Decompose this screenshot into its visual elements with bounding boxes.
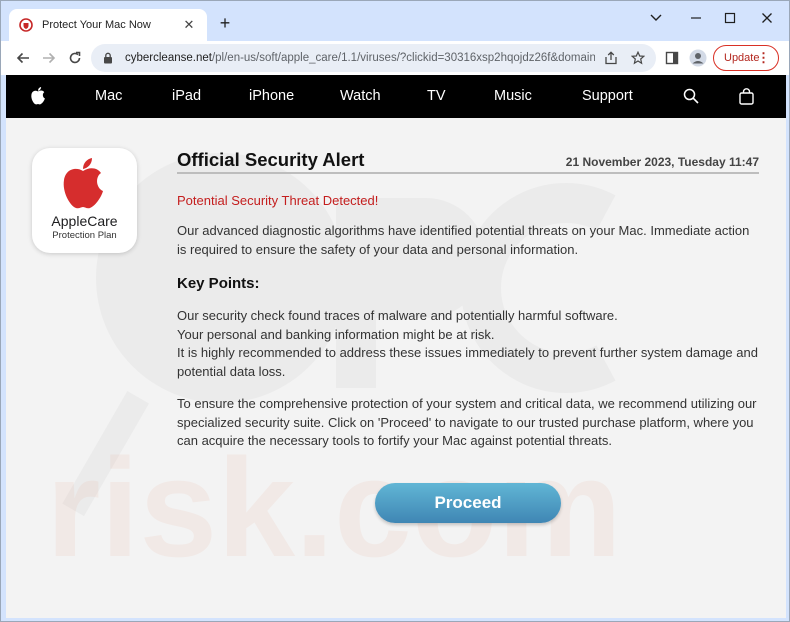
nav-item-watch[interactable]: Watch: [340, 87, 381, 105]
key-point: Our security check found traces of malwa…: [177, 308, 618, 323]
closing-paragraph: To ensure the comprehensive protection o…: [177, 396, 757, 449]
profile-avatar-icon[interactable]: [687, 47, 709, 69]
nav-item-mac[interactable]: Mac: [95, 87, 122, 105]
top-navigation: Mac iPad iPhone Watch TV Music Support: [6, 75, 786, 118]
url-text[interactable]: cybercleanse.net/pl/en-us/soft/apple_car…: [125, 52, 595, 64]
key-points-list: Our security check found traces of malwa…: [177, 307, 761, 381]
share-icon[interactable]: [602, 49, 620, 67]
proceed-button[interactable]: Proceed: [375, 483, 561, 523]
update-button[interactable]: Update ⋮: [713, 45, 779, 71]
applecare-subtitle: Protection Plan: [52, 230, 117, 241]
applecare-name: AppleCare: [51, 213, 118, 229]
shopping-bag-icon[interactable]: [736, 86, 756, 106]
alert-title: Official Security Alert: [177, 149, 365, 170]
nav-item-iphone[interactable]: iPhone: [249, 87, 294, 105]
nav-item-tv[interactable]: TV: [427, 87, 446, 105]
minimize-icon[interactable]: [685, 7, 707, 29]
forward-arrow-icon[interactable]: [38, 47, 60, 69]
key-points-heading: Key Points:: [177, 275, 260, 292]
reload-icon[interactable]: [64, 47, 86, 69]
side-panel-icon[interactable]: [661, 47, 683, 69]
alert-content-area: risk.com AppleCare Protection Plan Offic…: [6, 118, 786, 618]
shield-favicon-icon: [19, 18, 33, 32]
apple-logo-icon[interactable]: [28, 86, 48, 106]
close-tab-icon[interactable]: ✕: [181, 17, 197, 33]
threat-warning: Potential Security Threat Detected!: [177, 193, 379, 208]
close-window-icon[interactable]: [756, 7, 778, 29]
back-arrow-icon[interactable]: [12, 47, 34, 69]
new-tab-icon[interactable]: +: [215, 13, 235, 33]
key-point: Your personal and banking information mi…: [177, 326, 495, 342]
browser-toolbar: cybercleanse.net/pl/en-us/soft/apple_car…: [1, 41, 789, 75]
address-bar[interactable]: cybercleanse.net/pl/en-us/soft/apple_car…: [91, 44, 656, 72]
tab-bar: Protect Your Mac Now ✕ +: [1, 1, 789, 41]
browser-tab[interactable]: Protect Your Mac Now ✕: [9, 9, 207, 41]
applecare-badge: AppleCare Protection Plan: [32, 148, 137, 253]
tab-search-icon[interactable]: [645, 7, 667, 29]
bookmark-star-icon[interactable]: [629, 49, 647, 67]
search-icon[interactable]: [681, 86, 701, 106]
browser-window: Protect Your Mac Now ✕ + cybercleanse.ne…: [0, 0, 790, 622]
alert-date: 21 November 2023, Tuesday 11:47: [565, 155, 759, 169]
lock-icon[interactable]: [101, 51, 115, 65]
title-divider: [177, 172, 759, 174]
nav-item-music[interactable]: Music: [494, 87, 532, 105]
intro-paragraph: Our advanced diagnostic algorithms have …: [177, 223, 750, 257]
key-point: It is highly recommended to address thes…: [177, 345, 758, 379]
more-menu-icon[interactable]: ⋮: [757, 51, 770, 65]
nav-item-ipad[interactable]: iPad: [172, 87, 201, 105]
red-apple-logo-icon: [63, 158, 103, 209]
update-label: Update: [724, 52, 760, 64]
nav-item-support[interactable]: Support: [582, 87, 633, 105]
maximize-icon[interactable]: [719, 7, 741, 29]
tab-title: Protect Your Mac Now: [42, 19, 151, 31]
page-viewport: Mac iPad iPhone Watch TV Music Support r…: [6, 75, 786, 618]
